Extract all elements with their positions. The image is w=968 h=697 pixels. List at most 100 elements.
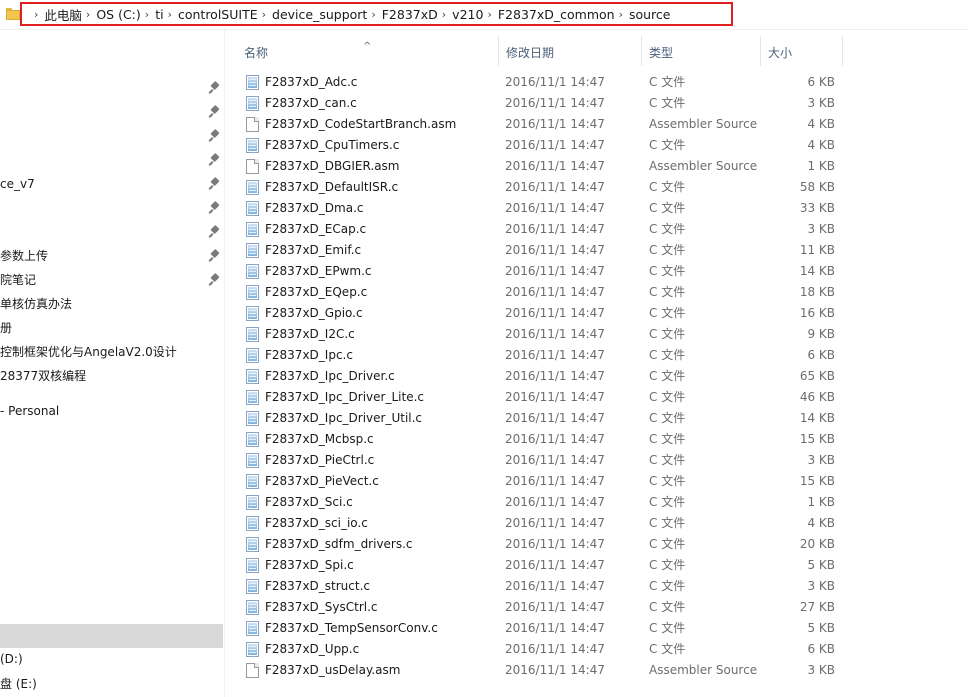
nav-item[interactable]: 单核仿真办法 [0,294,72,314]
chevron-right-icon[interactable]: › [442,8,446,21]
file-row[interactable]: F2837xD_EQep.c 2016/11/1 14:47 C 文件 18 KB [237,282,843,303]
c-file-icon [246,621,259,636]
column-headers: ^ 名称 修改日期 类型 大小 [237,36,843,66]
file-type: C 文件 [649,411,686,425]
nav-item[interactable]: 参数上传 [0,246,48,266]
file-size: 3 KB [807,663,835,677]
file-row[interactable]: F2837xD_can.c 2016/11/1 14:47 C 文件 3 KB [237,93,843,114]
file-row[interactable]: F2837xD_TempSensorConv.c 2016/11/1 14:47 C… [237,618,843,639]
file-row[interactable]: F2837xD_Sci.c 2016/11/1 14:47 C 文件 1 KB [237,492,843,513]
file-row[interactable]: F2837xD_Ipc_Driver_Util.c 2016/11/1 14:47… [237,408,843,429]
file-date: 2016/11/1 14:47 [505,306,605,320]
breadcrumb-item[interactable]: F2837xD_common [498,7,615,22]
file-size: 18 KB [799,285,835,299]
nav-item[interactable]: ce_v7 [0,174,35,194]
file-row[interactable]: F2837xD_Ipc.c 2016/11/1 14:47 C 文件 6 KB [237,345,843,366]
chevron-right-icon[interactable]: › [371,8,375,21]
file-row[interactable]: F2837xD_struct.c 2016/11/1 14:47 C 文件 3 KB [237,576,843,597]
file-row[interactable]: F2837xD_Ipc_Driver.c 2016/11/1 14:47 C 文件 6… [237,366,843,387]
file-size: 46 KB [799,390,835,404]
file-row[interactable]: F2837xD_Spi.c 2016/11/1 14:47 C 文件 5 KB [237,555,843,576]
file-date: 2016/11/1 14:47 [505,201,605,215]
file-row[interactable]: F2837xD_usDelay.asm 2016/11/1 14:47 Assemb… [237,660,843,681]
file-type: C 文件 [649,327,686,341]
file-type: C 文件 [649,243,686,257]
column-header-size[interactable]: 大小 [761,36,843,66]
breadcrumb-item[interactable]: device_support [272,7,367,22]
file-row[interactable]: F2837xD_Emif.c 2016/11/1 14:47 C 文件 11 KB [237,240,843,261]
file-name: F2837xD_ECap.c [265,222,367,236]
file-row[interactable]: F2837xD_Adc.c 2016/11/1 14:47 C 文件 6 KB [237,72,843,93]
file-row[interactable]: F2837xD_EPwm.c 2016/11/1 14:47 C 文件 14 KB [237,261,843,282]
nav-item[interactable]: 册 [0,318,12,338]
chevron-right-icon[interactable]: › [86,8,90,21]
file-type: Assembler Source [649,159,758,173]
column-header-name[interactable]: ^ 名称 [237,36,499,66]
nav-item-drive-d[interactable]: (D:) [0,649,23,669]
breadcrumb-item[interactable]: ti [155,7,163,22]
c-file-icon [246,600,259,615]
file-date: 2016/11/1 14:47 [505,159,605,173]
file-type: C 文件 [649,537,686,551]
file-row[interactable]: F2837xD_Dma.c 2016/11/1 14:47 C 文件 33 KB [237,198,843,219]
nav-item[interactable]: 院笔记 [0,270,36,290]
nav-item-onedrive[interactable]: - Personal [0,401,59,421]
file-size: 58 KB [799,180,835,194]
file-row[interactable]: F2837xD_ECap.c 2016/11/1 14:47 C 文件 3 KB [237,219,843,240]
file-row[interactable]: F2837xD_Mcbsp.c 2016/11/1 14:47 C 文件 15 KB [237,429,843,450]
file-row[interactable]: F2837xD_Ipc_Driver_Lite.c 2016/11/1 14:47… [237,387,843,408]
breadcrumb-item[interactable]: controlSUITE [178,7,258,22]
breadcrumb[interactable]: › 此电脑 › OS (C:) › ti › controlSUITE › device_supp… [20,2,733,26]
file-date: 2016/11/1 14:47 [505,96,605,110]
file-row[interactable]: F2837xD_DefaultISR.c 2016/11/1 14:47 C 文件 5… [237,177,843,198]
file-type: C 文件 [649,222,686,236]
file-date: 2016/11/1 14:47 [505,285,605,299]
breadcrumb-item[interactable]: 此电脑 [44,5,82,24]
file-name: F2837xD_PieCtrl.c [265,453,375,467]
file-size: 27 KB [799,600,835,614]
chevron-right-icon[interactable]: › [487,8,491,21]
file-size: 4 KB [807,117,835,131]
nav-item-drive-e[interactable]: 盘 (E:) [0,674,37,694]
file-row[interactable]: F2837xD_PieCtrl.c 2016/11/1 14:47 C 文件 3 KB [237,450,843,471]
chevron-right-icon[interactable]: › [619,8,623,21]
file-row[interactable]: F2837xD_sdfm_drivers.c 2016/11/1 14:47 C 文… [237,534,843,555]
file-name: F2837xD_Ipc.c [265,348,353,362]
file-name: F2837xD_sdfm_drivers.c [265,537,413,551]
breadcrumb-item[interactable]: source [629,7,671,22]
nav-item[interactable]: 控制框架优化与AngelaV2.0设计 [0,342,177,362]
c-file-icon [246,285,259,300]
breadcrumb-item[interactable]: F2837xD [382,7,438,22]
column-header-type[interactable]: 类型 [642,36,761,66]
file-row[interactable]: F2837xD_CodeStartBranch.asm 2016/11/1 14:… [237,114,843,135]
pin-icon [208,248,220,263]
file-row[interactable]: F2837xD_I2C.c 2016/11/1 14:47 C 文件 9 KB [237,324,843,345]
file-row[interactable]: F2837xD_DBGIER.asm 2016/11/1 14:47 Assembl… [237,156,843,177]
chevron-right-icon[interactable]: › [34,8,38,21]
column-header-size-label: 大小 [768,46,793,60]
column-header-date[interactable]: 修改日期 [499,36,642,66]
chevron-right-icon[interactable]: › [262,8,266,21]
file-row[interactable]: F2837xD_SysCtrl.c 2016/11/1 14:47 C 文件 27 K… [237,597,843,618]
file-size: 4 KB [807,138,835,152]
file-size: 6 KB [807,642,835,656]
file-size: 3 KB [807,96,835,110]
file-size: 6 KB [807,348,835,362]
breadcrumb-item[interactable]: OS (C:) [96,7,140,22]
breadcrumb-item[interactable]: v210 [452,7,483,22]
file-type: C 文件 [649,558,686,572]
chevron-right-icon[interactable]: › [145,8,149,21]
file-row[interactable]: F2837xD_Upp.c 2016/11/1 14:47 C 文件 6 KB [237,639,843,660]
pane-divider[interactable] [224,30,225,697]
file-name: F2837xD_Mcbsp.c [265,432,374,446]
file-type: C 文件 [649,369,686,383]
file-row[interactable]: F2837xD_sci_io.c 2016/11/1 14:47 C 文件 4 KB [237,513,843,534]
file-row[interactable]: F2837xD_PieVect.c 2016/11/1 14:47 C 文件 15 K… [237,471,843,492]
file-size: 15 KB [799,432,835,446]
file-row[interactable]: F2837xD_CpuTimers.c 2016/11/1 14:47 C 文件 4 … [237,135,843,156]
file-type: C 文件 [649,642,686,656]
file-row[interactable]: F2837xD_Gpio.c 2016/11/1 14:47 C 文件 16 KB [237,303,843,324]
chevron-right-icon[interactable]: › [168,8,172,21]
file-date: 2016/11/1 14:47 [505,222,605,236]
nav-item[interactable]: 28377双核编程 [0,366,86,386]
